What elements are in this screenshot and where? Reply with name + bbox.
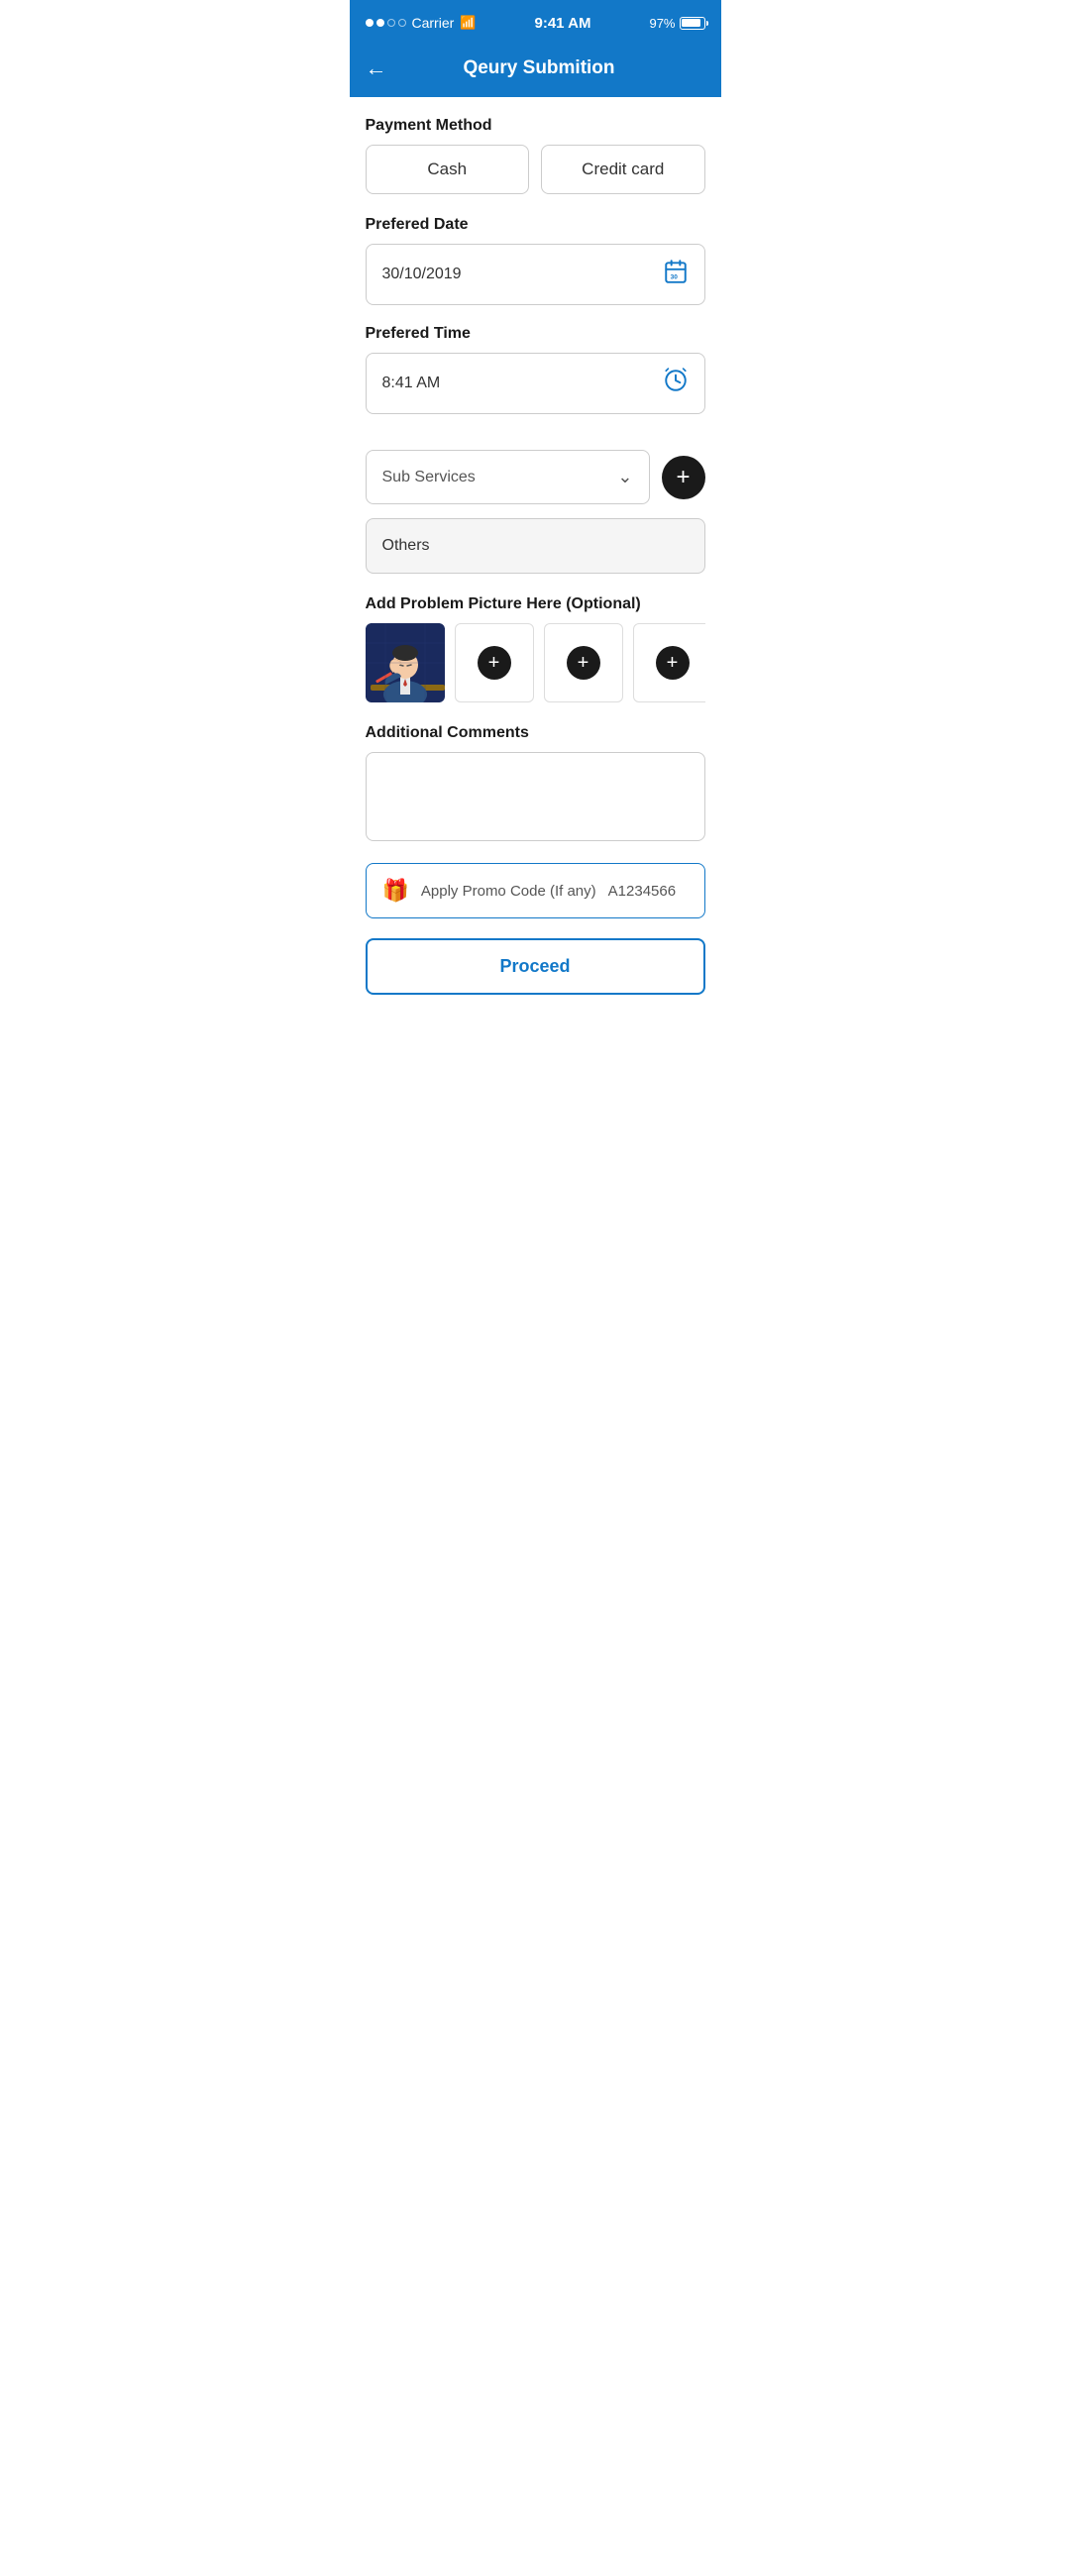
sub-services-row: Sub Services ⌄ + [366, 450, 705, 504]
preferred-date-value: 30/10/2019 [382, 266, 462, 283]
carrier-label: Carrier [412, 15, 455, 31]
others-field[interactable]: Others [366, 518, 705, 574]
status-left: Carrier 📶 [366, 15, 477, 31]
person-image [366, 623, 445, 702]
signal-dot-1 [366, 19, 374, 27]
gift-icon: 🎁 [382, 878, 409, 904]
picture-slot-4[interactable]: + [633, 623, 705, 702]
preferred-time-label: Prefered Time [366, 325, 705, 343]
additional-comments-label: Additional Comments [366, 724, 705, 742]
sub-services-dropdown[interactable]: Sub Services ⌄ [366, 450, 650, 504]
status-time: 9:41 AM [534, 15, 590, 32]
signal-dot-4 [398, 19, 406, 27]
payment-method-row: Cash Credit card [366, 145, 705, 194]
picture-slot-3[interactable]: + [544, 623, 623, 702]
signal-dot-3 [387, 19, 395, 27]
promo-placeholder: Apply Promo Code (If any) [421, 883, 596, 900]
status-right: 97% [649, 16, 704, 31]
proceed-button[interactable]: Proceed [366, 938, 705, 995]
credit-card-button[interactable]: Credit card [541, 145, 705, 194]
preferred-date-label: Prefered Date [366, 216, 705, 234]
signal-dots [366, 19, 406, 27]
picture-slot-1[interactable] [366, 623, 445, 702]
header: ← Qeury Submition [350, 44, 721, 97]
pictures-row: + + + [366, 623, 705, 702]
battery-fill [682, 19, 700, 27]
content: Payment Method Cash Credit card Prefered… [350, 97, 721, 1044]
back-button[interactable]: ← [366, 55, 387, 81]
preferred-date-field[interactable]: 30/10/2019 30 [366, 244, 705, 305]
battery-icon [680, 17, 705, 30]
additional-comments-input[interactable] [366, 752, 705, 841]
picture-slot-2[interactable]: + [455, 623, 534, 702]
add-picture-icon-2: + [478, 646, 511, 680]
battery-percent: 97% [649, 16, 675, 31]
svg-text:30: 30 [670, 274, 678, 281]
page-title: Qeury Submition [403, 57, 676, 79]
spacer [366, 434, 705, 450]
add-picture-label: Add Problem Picture Here (Optional) [366, 595, 705, 613]
preferred-time-field[interactable]: 8:41 AM [366, 353, 705, 414]
signal-dot-2 [376, 19, 384, 27]
status-bar: Carrier 📶 9:41 AM 97% [350, 0, 721, 44]
sub-services-label: Sub Services [382, 469, 476, 486]
cash-button[interactable]: Cash [366, 145, 530, 194]
add-icon: + [676, 464, 690, 491]
add-picture-icon-4: + [656, 646, 690, 680]
promo-code-box[interactable]: 🎁 Apply Promo Code (If any) A1234566 [366, 863, 705, 918]
preferred-time-value: 8:41 AM [382, 375, 441, 392]
wifi-icon: 📶 [460, 15, 476, 31]
add-sub-service-button[interactable]: + [662, 456, 705, 499]
add-picture-icon-3: + [567, 646, 600, 680]
chevron-down-icon: ⌄ [617, 467, 632, 487]
calendar-icon: 30 [663, 259, 689, 290]
promo-code-value: A1234566 [608, 883, 676, 900]
payment-method-label: Payment Method [366, 117, 705, 135]
clock-icon [663, 368, 689, 399]
